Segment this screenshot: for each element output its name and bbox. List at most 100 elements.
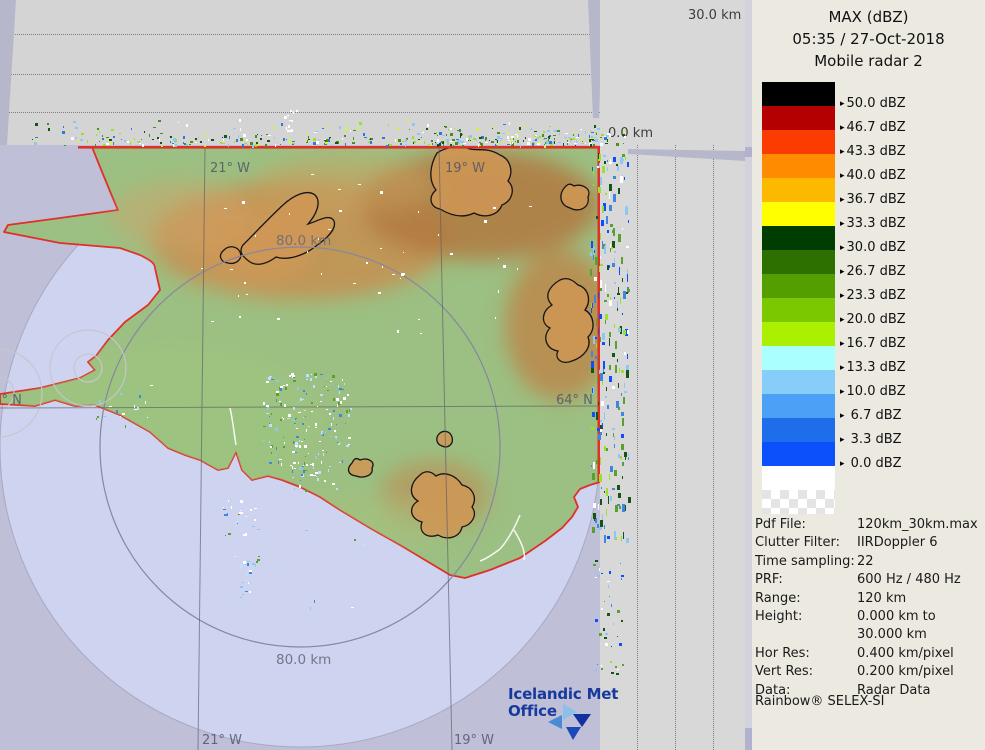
colorbar-tick-arrow-icon: ▸ — [840, 195, 845, 205]
radar-map-display: 21° W 19° W 21° W 19° W 64° N 64° N 80.0… — [0, 145, 600, 750]
product-title: MAX (dBZ) — [752, 6, 985, 28]
colorbar-label: ▸ 6.7 dBZ — [840, 408, 902, 424]
dbz-value-label: 36.7 dBZ — [847, 192, 906, 207]
colorbar-block — [762, 370, 835, 394]
colorbar-tick-arrow-icon: ▸ — [840, 435, 845, 445]
meridian-label: 19° W — [454, 733, 494, 748]
colorbar-label: ▸10.0 dBZ — [840, 384, 906, 400]
dbz-value-label: 20.0 dBZ — [847, 312, 906, 327]
info-value: 0.200 km/pixel — [857, 663, 954, 681]
colorbar-block — [762, 154, 835, 178]
info-value: 600 Hz / 480 Hz — [857, 571, 961, 589]
info-label — [755, 626, 857, 644]
colorbar-tick-arrow-icon: ▸ — [840, 147, 845, 157]
info-label: Time sampling: — [755, 553, 857, 571]
colorbar-tick-arrow-icon: ▸ — [840, 243, 845, 253]
colorbar-label: ▸43.3 dBZ — [840, 144, 906, 160]
colorbar-white-block — [762, 466, 835, 490]
info-value: 22 — [857, 553, 874, 571]
colorbar-transparent-block — [762, 490, 835, 514]
ring-distance-label: 80.0 km — [276, 652, 331, 668]
dbz-value-label: 10.0 dBZ — [847, 384, 906, 399]
colorbar-label: ▸16.7 dBZ — [840, 336, 906, 352]
colorbar-block — [762, 394, 835, 418]
info-row: Hor Res:0.400 km/pixel — [755, 645, 983, 663]
dbz-value-label: 16.7 dBZ — [847, 336, 906, 351]
dbz-value-label: 13.3 dBZ — [847, 360, 906, 375]
info-label: PRF: — [755, 571, 857, 589]
info-row: Vert Res:0.200 km/pixel — [755, 663, 983, 681]
info-row: 30.000 km — [755, 626, 983, 644]
dbz-value-label: 6.7 dBZ — [847, 408, 902, 423]
colorbar-block — [762, 322, 835, 346]
edge-marker — [745, 728, 752, 750]
colorbar-label: ▸50.0 dBZ — [840, 96, 906, 112]
info-row: Height:0.000 km to — [755, 608, 983, 626]
colorbar-label: ▸ 3.3 dBZ — [840, 432, 902, 448]
dbz-colorbar — [762, 82, 835, 514]
meridian-label: 19° W — [445, 161, 485, 176]
legend-sidebar: MAX (dBZ) 05:35 / 27-Oct-2018 Mobile rad… — [745, 0, 985, 750]
profile-corner-panel: 30.0 km 0.0 km — [600, 0, 745, 145]
colorbar-tick-arrow-icon: ▸ — [840, 387, 845, 397]
height-axis-min-label: 0.0 km — [608, 126, 653, 141]
info-value: 30.000 km — [857, 626, 927, 644]
profile-range-wedge — [0, 0, 600, 145]
colorbar-tick-arrow-icon: ▸ — [840, 411, 845, 421]
colorbar-block — [762, 274, 835, 298]
info-label: Hor Res: — [755, 645, 857, 663]
colorbar-label: ▸46.7 dBZ — [840, 120, 906, 136]
profile-gridline — [637, 145, 638, 750]
dbz-value-label: 40.0 dBZ — [847, 168, 906, 183]
colorbar-block — [762, 250, 835, 274]
info-label: Height: — [755, 608, 857, 626]
product-header: MAX (dBZ) 05:35 / 27-Oct-2018 Mobile rad… — [752, 6, 985, 72]
colorbar-label: ▸ 0.0 dBZ — [840, 456, 902, 472]
dbz-value-label: 33.3 dBZ — [847, 216, 906, 231]
ring-distance-label: 80.0 km — [276, 233, 331, 249]
edge-marker — [745, 147, 752, 157]
colorbar-block — [762, 346, 835, 370]
info-row: Clutter Filter:IIRDoppler 6 — [755, 534, 983, 552]
colorbar-label: ▸26.7 dBZ — [840, 264, 906, 280]
colorbar-label: ▸20.0 dBZ — [840, 312, 906, 328]
colorbar-label: ▸30.0 dBZ — [840, 240, 906, 256]
info-value: 0.000 km to — [857, 608, 936, 626]
dbz-value-label: 0.0 dBZ — [847, 456, 902, 471]
product-datetime: 05:35 / 27-Oct-2018 — [752, 28, 985, 50]
profile-gridline — [0, 74, 600, 75]
meridian-label: 21° W — [202, 733, 242, 748]
colorbar-block — [762, 226, 835, 250]
vertical-profile-top-panel — [0, 0, 600, 145]
colorbar-block — [762, 442, 835, 466]
dbz-value-label: 30.0 dBZ — [847, 240, 906, 255]
meridian-label: 21° W — [210, 161, 250, 176]
colorbar-tick-arrow-icon: ▸ — [840, 315, 845, 325]
software-brand-label: Rainbow® SELEX-SI — [755, 694, 885, 709]
colorbar-tick-arrow-icon: ▸ — [840, 171, 845, 181]
colorbar-label: ▸13.3 dBZ — [840, 360, 906, 376]
colorbar-block — [762, 106, 835, 130]
colorbar-tick-arrow-icon: ▸ — [840, 99, 845, 109]
colorbar-label: ▸33.3 dBZ — [840, 216, 906, 232]
colorbar-tick-arrow-icon: ▸ — [840, 339, 845, 349]
colorbar-tick-arrow-icon: ▸ — [840, 123, 845, 133]
dbz-value-label: 26.7 dBZ — [847, 264, 906, 279]
dbz-value-label: 46.7 dBZ — [847, 120, 906, 135]
colorbar-block — [762, 82, 835, 106]
info-row: Pdf File:120km_30km.max — [755, 516, 983, 534]
latitude-label: 64° N — [556, 393, 593, 408]
radar-application-window: { "sidebar": { "title": "MAX (dBZ)", "da… — [0, 0, 985, 750]
colorbar-tick-arrow-icon: ▸ — [840, 267, 845, 277]
info-value: IIRDoppler 6 — [857, 534, 938, 552]
colorbar-label: ▸40.0 dBZ — [840, 168, 906, 184]
colorbar-label: ▸36.7 dBZ — [840, 192, 906, 208]
info-label: Range: — [755, 590, 857, 608]
colorbar-tick-arrow-icon: ▸ — [840, 363, 845, 373]
info-label: Pdf File: — [755, 516, 857, 534]
profile-gridline — [0, 34, 600, 35]
colorbar-label: ▸23.3 dBZ — [840, 288, 906, 304]
dbz-value-label: 23.3 dBZ — [847, 288, 906, 303]
height-axis-max-label: 30.0 km — [688, 8, 741, 23]
info-value: 120km_30km.max — [857, 516, 978, 534]
